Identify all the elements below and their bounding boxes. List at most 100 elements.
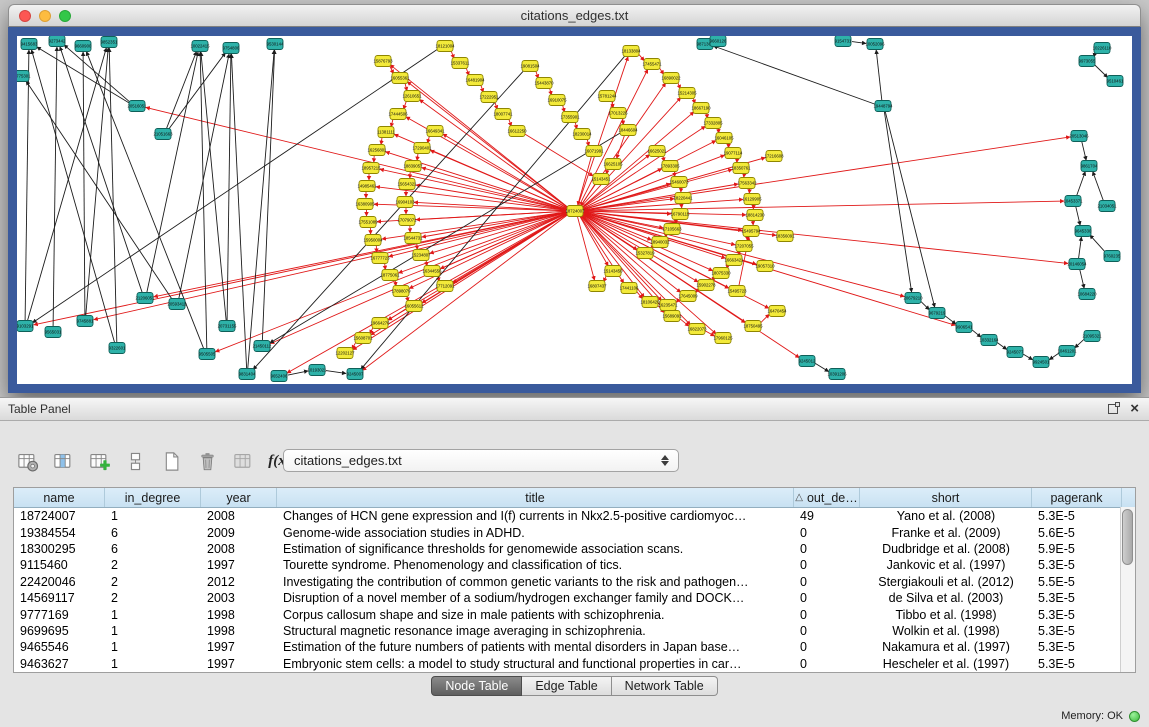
- graph-node[interactable]: 9415683: [21, 39, 38, 50]
- graph-edge[interactable]: [147, 52, 198, 292]
- graph-edge[interactable]: [94, 212, 566, 319]
- graph-node[interactable]: 17441106: [620, 283, 639, 294]
- graph-node[interactable]: 10193021: [307, 365, 327, 376]
- graph-node[interactable]: 16256801: [367, 145, 387, 156]
- graph-edge[interactable]: [33, 49, 438, 322]
- graph-edge[interactable]: [1090, 235, 1105, 252]
- graph-node[interactable]: 9565031: [45, 327, 62, 338]
- column-header-year[interactable]: year: [201, 488, 277, 507]
- graph-node[interactable]: 18750495: [743, 321, 763, 332]
- graph-node[interactable]: 9660126: [710, 36, 727, 47]
- graph-node[interactable]: 15234807: [411, 250, 431, 261]
- graph-node[interactable]: 9273442: [49, 36, 66, 47]
- graph-edge[interactable]: [201, 52, 226, 320]
- graph-edge[interactable]: [1075, 339, 1085, 348]
- window-close-button[interactable]: [19, 10, 31, 22]
- graph-edge[interactable]: [64, 45, 130, 102]
- graph-node[interactable]: 15143450: [603, 266, 623, 277]
- graph-node[interactable]: 21051663: [153, 129, 173, 140]
- graph-edge[interactable]: [109, 48, 117, 342]
- graph-node[interactable]: 15950004: [363, 235, 383, 246]
- graph-node[interactable]: 17355901: [560, 112, 580, 123]
- graph-edge[interactable]: [391, 119, 393, 127]
- graph-edge[interactable]: [623, 118, 624, 125]
- graph-node[interactable]: 9861704: [1081, 161, 1098, 172]
- graph-node[interactable]: 19448794: [873, 101, 893, 112]
- graph-edge[interactable]: [381, 137, 382, 144]
- table-row[interactable]: 1456911722003Disruption of a novel membe…: [14, 590, 1135, 606]
- graph-node[interactable]: 15608701: [353, 333, 373, 344]
- graph-node[interactable]: 12775301: [17, 71, 31, 82]
- graph-edge[interactable]: [852, 42, 866, 44]
- graph-node[interactable]: 15337611: [451, 58, 470, 69]
- graph-node[interactable]: 17105663: [662, 224, 682, 235]
- graph-node[interactable]: 21034051: [1097, 201, 1117, 212]
- table-row[interactable]: 946362711997Embryonic stem cells: a mode…: [14, 656, 1135, 672]
- graph-node[interactable]: 18007741: [493, 109, 513, 120]
- graph-node[interactable]: 9245012: [799, 356, 816, 367]
- graph-node[interactable]: 18121004: [435, 41, 455, 52]
- graph-edge[interactable]: [409, 214, 567, 289]
- graph-edge[interactable]: [405, 83, 407, 91]
- graph-node[interactable]: 10461201: [1057, 346, 1077, 357]
- graph-node[interactable]: 20679210: [903, 293, 923, 304]
- table-row[interactable]: 977716911998Corpus callosum shape and si…: [14, 606, 1135, 622]
- graph-edge[interactable]: [404, 101, 407, 110]
- graph-node[interactable]: 18350761: [731, 163, 751, 174]
- graph-edge[interactable]: [1094, 65, 1107, 78]
- graph-node[interactable]: 20513046: [1069, 131, 1089, 142]
- graph-node[interactable]: 10226110: [1093, 43, 1112, 54]
- graph-node[interactable]: 16663421: [724, 255, 744, 266]
- citation-network-canvas[interactable]: 1872400715876793160553611261065117444506…: [17, 36, 1132, 384]
- graph-node[interactable]: 9973055: [1079, 56, 1096, 67]
- graph-node[interactable]: 17455471: [642, 59, 662, 70]
- graph-node[interactable]: 15460073: [669, 177, 689, 188]
- graph-edge[interactable]: [288, 371, 308, 375]
- graph-edge[interactable]: [1023, 354, 1032, 360]
- column-header-out_degree[interactable]: △out_de…: [794, 488, 860, 507]
- graph-edge[interactable]: [430, 213, 567, 254]
- graph-node[interactable]: 15876793: [373, 56, 393, 67]
- graph-node[interactable]: 18106420: [640, 297, 660, 308]
- graph-node[interactable]: 10332164: [979, 335, 999, 346]
- graph-edge[interactable]: [1077, 172, 1086, 196]
- graph-node[interactable]: 9245077: [1007, 347, 1024, 358]
- graph-node[interactable]: 9103291: [17, 321, 34, 332]
- graph-edge[interactable]: [262, 50, 274, 340]
- graph-node[interactable]: 12610651: [402, 91, 422, 102]
- table-row[interactable]: 1830029562008Estimation of significance …: [14, 541, 1135, 557]
- graph-edge[interactable]: [584, 201, 1064, 211]
- graph-node[interactable]: 9154731: [835, 36, 852, 47]
- graph-node[interactable]: 20593412: [167, 299, 187, 310]
- new-table-icon[interactable]: [156, 446, 187, 477]
- graph-node[interactable]: 10022415: [190, 41, 210, 52]
- create-column-icon[interactable]: [84, 446, 115, 477]
- graph-edge[interactable]: [747, 236, 748, 240]
- column-header-pagerank[interactable]: pagerank: [1032, 488, 1122, 507]
- graph-edge[interactable]: [430, 150, 566, 208]
- graph-edge[interactable]: [575, 122, 577, 129]
- graph-edge[interactable]: [227, 54, 231, 320]
- graph-node[interactable]: 14985461: [357, 181, 377, 192]
- graph-node[interactable]: 16129905: [742, 194, 762, 205]
- graph-node[interactable]: 17960125: [713, 333, 733, 344]
- graph-node[interactable]: 17222951: [479, 92, 499, 103]
- graph-edge[interactable]: [637, 291, 643, 298]
- graph-node[interactable]: 20146054: [1067, 259, 1087, 270]
- graph-node[interactable]: 17444506: [388, 109, 408, 120]
- graph-node[interactable]: 16625105: [603, 159, 623, 170]
- graph-node[interactable]: 20731155: [218, 321, 237, 332]
- delete-table-icon[interactable]: [192, 446, 223, 477]
- graph-edge[interactable]: [167, 52, 197, 129]
- graph-node[interactable]: 9831404: [239, 369, 256, 380]
- graph-node[interactable]: 18667190: [691, 103, 711, 114]
- window-minimize-button[interactable]: [39, 10, 51, 22]
- graph-node[interactable]: 9322601: [109, 343, 126, 354]
- graph-node[interactable]: 17013226: [608, 108, 628, 119]
- table-row[interactable]: 969969511998Structural magnetic resonanc…: [14, 623, 1135, 639]
- column-header-in_degree[interactable]: in_degree: [105, 488, 201, 507]
- window-zoom-button[interactable]: [59, 10, 71, 22]
- graph-edge[interactable]: [1093, 172, 1104, 201]
- column-header-short[interactable]: short: [860, 488, 1032, 507]
- graph-edge[interactable]: [714, 46, 875, 104]
